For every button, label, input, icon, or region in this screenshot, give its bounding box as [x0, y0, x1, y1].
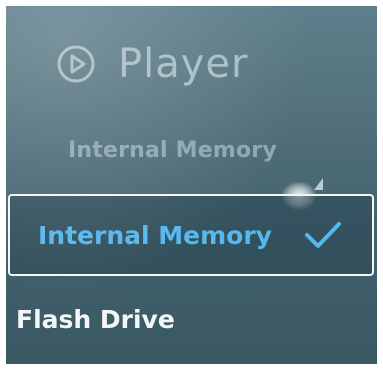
player-header: Player: [56, 34, 248, 94]
option-label: Internal Memory: [38, 220, 272, 250]
play-circle-icon: [57, 45, 95, 83]
option-label: Flash Drive: [16, 304, 175, 334]
page-title: Player: [118, 41, 249, 87]
option-flash-drive[interactable]: Flash Drive: [6, 294, 377, 344]
dropdown-arrow-icon[interactable]: [314, 178, 323, 190]
check-icon: [305, 222, 341, 248]
source-dropdown-value[interactable]: Internal Memory: [68, 138, 277, 163]
device-screen: Player Internal Memory Internal Memory F…: [6, 6, 377, 364]
option-internal-memory[interactable]: Internal Memory: [8, 194, 374, 276]
